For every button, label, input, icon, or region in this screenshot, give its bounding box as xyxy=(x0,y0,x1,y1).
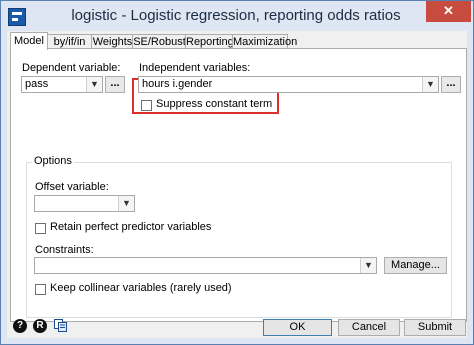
stata-app-icon xyxy=(8,8,26,26)
dependent-variable-label: Dependent variable: xyxy=(22,62,121,74)
window-title: logistic - Logistic regression, reportin… xyxy=(71,7,401,24)
independent-variables-browse-button[interactable]: ... xyxy=(441,76,461,93)
title-bar: logistic - Logistic regression, reportin… xyxy=(1,1,473,31)
tab-model[interactable]: Model xyxy=(10,32,48,50)
tab-weights[interactable]: Weights xyxy=(91,34,134,49)
chevron-down-icon[interactable]: ▼ xyxy=(118,196,134,211)
help-icon[interactable]: ? xyxy=(13,319,27,333)
reset-icon[interactable]: R xyxy=(33,319,47,333)
model-panel: Dependent variable: pass ▼ ... Independe… xyxy=(10,48,467,322)
submit-button[interactable]: Submit xyxy=(404,319,466,336)
chevron-down-icon[interactable]: ▼ xyxy=(422,77,438,92)
independent-variables-value: hours i.gender xyxy=(142,78,213,90)
copy-command-icon[interactable] xyxy=(54,319,67,332)
offset-variable-combo[interactable]: ▼ xyxy=(34,195,135,212)
suppress-constant-checkbox[interactable] xyxy=(141,100,152,111)
cancel-button[interactable]: Cancel xyxy=(338,319,400,336)
independent-variables-label: Independent variables: xyxy=(139,62,251,74)
chevron-down-icon[interactable]: ▼ xyxy=(360,258,376,273)
dependent-variable-value: pass xyxy=(25,78,49,90)
dialog-body: Model by/if/in Weights SE/Robust Reporti… xyxy=(7,31,467,338)
tab-reporting[interactable]: Reporting xyxy=(185,34,234,49)
manage-button[interactable]: Manage... xyxy=(384,257,447,274)
retain-perfect-checkbox[interactable] xyxy=(35,223,46,234)
keep-collinear-checkbox[interactable] xyxy=(35,284,46,295)
dependent-variable-browse-button[interactable]: ... xyxy=(105,76,125,93)
chevron-down-icon[interactable]: ▼ xyxy=(86,77,102,92)
constraints-combo[interactable]: ▼ xyxy=(34,257,377,274)
tab-by-if-in[interactable]: by/if/in xyxy=(46,34,93,49)
ok-button[interactable]: OK xyxy=(263,319,332,336)
independent-variables-combo[interactable]: hours i.gender ▼ xyxy=(138,76,439,93)
constraints-label: Constraints: xyxy=(35,244,94,256)
dependent-variable-combo[interactable]: pass ▼ xyxy=(21,76,103,93)
keep-collinear-label: Keep collinear variables (rarely used) xyxy=(50,282,232,294)
tab-maximization[interactable]: Maximization xyxy=(232,34,297,49)
suppress-constant-label: Suppress constant term xyxy=(156,98,273,110)
dialog-window: logistic - Logistic regression, reportin… xyxy=(0,0,474,345)
tab-se-robust[interactable]: SE/Robust xyxy=(132,34,187,49)
offset-variable-label: Offset variable: xyxy=(35,181,109,193)
retain-perfect-label: Retain perfect predictor variables xyxy=(50,221,212,233)
close-button[interactable]: ✕ xyxy=(426,1,471,22)
options-group-title: Options xyxy=(32,155,74,167)
